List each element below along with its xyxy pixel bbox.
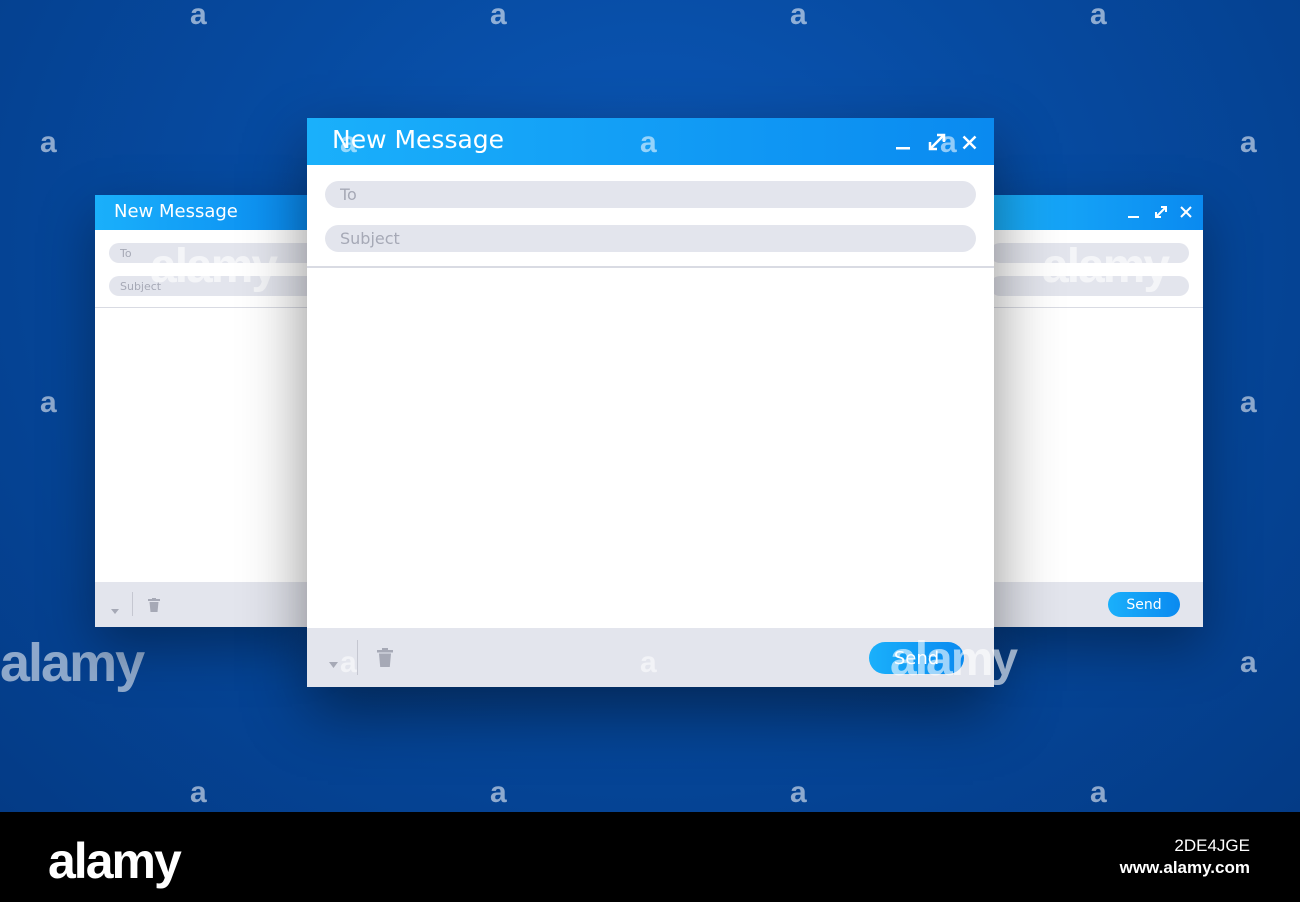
footer-separator (132, 592, 133, 616)
minimize-icon[interactable] (896, 133, 911, 151)
watermark-letter: a (1090, 0, 1107, 31)
watermark-brand: alamy (150, 240, 278, 293)
watermark-letter: a (490, 776, 507, 809)
header-divider (990, 307, 1203, 308)
watermark-letter: a (1090, 776, 1107, 809)
watermark-brand: alamy (0, 633, 145, 693)
window-titlebar (990, 195, 1203, 230)
watermark-brand: alamy (890, 633, 1018, 686)
watermark-letter: a (640, 646, 657, 679)
expand-icon[interactable] (1154, 205, 1168, 219)
trash-icon[interactable] (148, 597, 160, 616)
main-compose-window: New Message To Subject Send (307, 118, 994, 687)
watermark-letter: a (190, 776, 207, 809)
watermark-letter: a (790, 776, 807, 809)
to-field[interactable] (325, 181, 976, 208)
watermark-letter: a (940, 126, 957, 159)
watermark-letter: a (1240, 386, 1257, 419)
window-title: New Message (114, 201, 238, 222)
window-title: New Message (332, 125, 505, 154)
watermark-letter: a (790, 0, 807, 31)
background-stage: a a a a a a a a a a a a a alamy New Mess… (0, 0, 1300, 812)
stock-footer-bar: alamy 2DE4JGE www.alamy.com (0, 812, 1300, 902)
footer-separator (357, 640, 358, 675)
back-right-window: Send alamy (990, 195, 1203, 627)
watermark-letter: a (190, 0, 207, 31)
window-footer (95, 582, 310, 627)
subject-field[interactable] (325, 225, 976, 252)
brand-logo: alamy (48, 833, 182, 889)
watermark-letter: a (1240, 126, 1257, 159)
dropdown-arrow-icon[interactable] (110, 600, 120, 619)
close-icon[interactable] (1180, 206, 1192, 218)
trash-icon[interactable] (377, 648, 393, 671)
watermark-letter: a (40, 126, 57, 159)
send-button[interactable]: Send (1108, 592, 1180, 617)
website-link[interactable]: www.alamy.com (1120, 858, 1250, 878)
watermark-letter: a (340, 126, 357, 159)
minimize-icon[interactable] (1128, 205, 1140, 219)
watermark-brand: alamy (1042, 240, 1170, 293)
back-left-window: New Message alamy (95, 195, 324, 627)
watermark-letter: a (490, 0, 507, 31)
window-footer: Send (990, 582, 1203, 627)
watermark-letter: a (340, 646, 357, 679)
watermark-letter: a (1240, 646, 1257, 679)
image-id: 2DE4JGE (1174, 836, 1250, 855)
header-divider (95, 307, 310, 308)
watermark-letter: a (40, 386, 57, 419)
dropdown-arrow-icon[interactable] (328, 654, 339, 673)
window-titlebar: New Message (95, 195, 310, 230)
close-icon[interactable] (962, 135, 977, 150)
watermark-letter: a (640, 126, 657, 159)
message-body[interactable] (307, 268, 994, 628)
